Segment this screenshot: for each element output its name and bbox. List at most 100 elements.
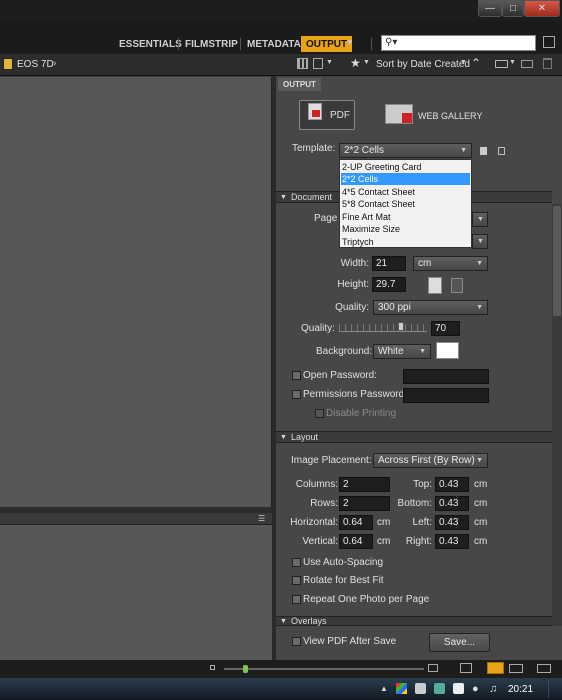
- right-field[interactable]: 0.43: [435, 534, 469, 549]
- review-mode-icon[interactable]: [313, 58, 323, 69]
- compact-mode-icon[interactable]: [543, 36, 555, 48]
- show-desktop-button[interactable]: [548, 680, 560, 698]
- open-password-checkbox[interactable]: [292, 371, 301, 380]
- workspace-filmstrip[interactable]: FILMSTRIP: [180, 36, 243, 52]
- template-option-2up-greeting-card[interactable]: 2-UP Greeting Card: [341, 161, 470, 173]
- page-size-select[interactable]: ▼: [472, 212, 488, 227]
- template-option-5x8-contact-sheet[interactable]: 5*8 Contact Sheet: [341, 198, 470, 210]
- open-folder-icon[interactable]: [495, 60, 508, 68]
- tray-expand-icon[interactable]: ▲: [380, 684, 388, 693]
- tab-output[interactable]: OUTPUT: [278, 78, 321, 91]
- delete-template-icon[interactable]: [498, 147, 505, 155]
- horizontal-field[interactable]: 0.64: [339, 515, 373, 530]
- workspace-separator: [178, 38, 179, 50]
- trash-icon[interactable]: [543, 58, 552, 69]
- web-gallery-label[interactable]: WEB GALLERY: [418, 111, 482, 121]
- width-field[interactable]: 21: [372, 256, 406, 271]
- panel-menu-icon[interactable]: ☰: [258, 514, 265, 523]
- open-password-label: Open Password:: [303, 370, 377, 381]
- maximize-button[interactable]: □: [502, 0, 524, 17]
- quality-ppi-select[interactable]: 300 ppi ▼: [373, 300, 488, 315]
- landscape-orientation-icon[interactable]: [451, 278, 463, 293]
- template-option-maximize-size[interactable]: Maximize Size: [341, 223, 470, 235]
- background-color-swatch[interactable]: [436, 342, 459, 359]
- close-button[interactable]: ✕: [524, 0, 560, 17]
- template-option-2x2-cells[interactable]: 2*2 Cells: [341, 173, 470, 185]
- page-orientation-select[interactable]: ▼: [472, 234, 488, 249]
- disable-printing-checkbox[interactable]: [315, 409, 324, 418]
- template-option-fine-art-mat[interactable]: Fine Art Mat: [341, 211, 470, 223]
- save-template-icon[interactable]: [480, 147, 487, 155]
- tray-app-icon[interactable]: [434, 683, 445, 694]
- view-options-chevron-icon[interactable]: ▼: [326, 59, 333, 66]
- horizontal-label: Horizontal:: [290, 517, 338, 528]
- workspace-output[interactable]: OUTPUT: [301, 36, 353, 52]
- zoom-in-icon[interactable]: [428, 664, 438, 672]
- thumbnail-size-thumb[interactable]: [243, 665, 248, 673]
- sort-chevron-icon[interactable]: ▼: [460, 59, 467, 66]
- open-password-field[interactable]: [403, 369, 489, 384]
- filter-chevron-icon[interactable]: ▼: [363, 59, 370, 66]
- width-label: Width:: [340, 258, 369, 269]
- view-pdf-checkbox[interactable]: [292, 637, 301, 646]
- image-placement-select[interactable]: Across First (By Row) ▼: [373, 453, 488, 468]
- zoom-out-icon[interactable]: [210, 665, 215, 670]
- background-select[interactable]: White ▼: [373, 344, 431, 359]
- unit-select[interactable]: cm ▼: [413, 256, 488, 271]
- minimize-button[interactable]: —: [478, 0, 502, 17]
- new-folder-icon[interactable]: [521, 60, 533, 68]
- tray-app-icon[interactable]: [415, 683, 426, 694]
- quality-slider-track[interactable]: [339, 324, 427, 332]
- view-details-icon[interactable]: [509, 664, 523, 673]
- star-filter-icon[interactable]: ★: [350, 56, 361, 70]
- template-select[interactable]: 2*2 Cells ▼: [339, 143, 472, 158]
- workspace-essentials[interactable]: ESSENTIALS: [114, 36, 187, 52]
- height-label: Height:: [337, 279, 369, 290]
- portrait-orientation-icon[interactable]: [428, 277, 442, 294]
- workspace-metadata[interactable]: METADATA: [242, 36, 306, 52]
- right-unit: cm: [474, 536, 488, 547]
- windows-flag-icon[interactable]: [396, 683, 407, 694]
- permissions-password-checkbox[interactable]: [292, 390, 301, 399]
- vertical-field[interactable]: 0.64: [339, 534, 373, 549]
- workspace-menu-chevron-icon[interactable]: ▼: [346, 38, 354, 47]
- search-input[interactable]: ⚲▾: [381, 35, 536, 51]
- columns-label: Columns:: [295, 479, 338, 490]
- template-option-triptych[interactable]: Triptych: [341, 236, 470, 248]
- save-button[interactable]: Save...: [429, 633, 490, 652]
- height-field[interactable]: 29.7: [372, 277, 406, 292]
- left-field[interactable]: 0.43: [435, 515, 469, 530]
- rows-field[interactable]: 2: [339, 496, 390, 511]
- top-unit: cm: [474, 479, 488, 490]
- view-thumbnails-icon[interactable]: [487, 662, 504, 674]
- thumbnail-grid-icon[interactable]: [297, 58, 308, 69]
- breadcrumb-chevron-icon[interactable]: ›: [53, 58, 56, 69]
- sort-dropdown[interactable]: Sort by Date Created: [376, 59, 470, 70]
- permissions-password-field[interactable]: [403, 388, 489, 403]
- recent-folders-chevron-icon[interactable]: ▼: [509, 59, 516, 66]
- layout-section-header[interactable]: ▼ Layout: [276, 431, 552, 443]
- thumbnail-size-slider[interactable]: [224, 668, 424, 670]
- columns-field[interactable]: 2: [339, 477, 390, 492]
- auto-spacing-checkbox[interactable]: [292, 558, 301, 567]
- bottom-field[interactable]: 0.43: [435, 496, 469, 511]
- view-list-icon[interactable]: [537, 664, 551, 673]
- web-gallery-icon[interactable]: [385, 104, 413, 124]
- grid-lock-icon[interactable]: [460, 663, 472, 673]
- network-icon[interactable]: ●: [472, 683, 479, 695]
- template-option-4x5-contact-sheet[interactable]: 4*5 Contact Sheet: [341, 186, 470, 198]
- pdf-label: PDF: [330, 110, 350, 121]
- quality-number-field[interactable]: 70: [431, 321, 460, 336]
- preview-panel: [0, 525, 272, 660]
- top-field[interactable]: 0.43: [435, 477, 469, 492]
- quality-slider-thumb[interactable]: [397, 322, 404, 331]
- rotate-best-fit-checkbox[interactable]: [292, 576, 301, 585]
- sort-ascending-icon[interactable]: ⌃: [471, 56, 481, 70]
- panel-scrollbar-thumb[interactable]: [553, 206, 561, 316]
- overlays-section-header[interactable]: ▼ Overlays: [276, 616, 552, 626]
- repeat-photo-checkbox[interactable]: [292, 595, 301, 604]
- collapse-triangle-icon: ▼: [280, 433, 287, 441]
- breadcrumb-folder[interactable]: EOS 7D: [17, 59, 54, 70]
- tray-app-icon[interactable]: [453, 683, 464, 694]
- volume-icon[interactable]: ♫: [489, 683, 497, 695]
